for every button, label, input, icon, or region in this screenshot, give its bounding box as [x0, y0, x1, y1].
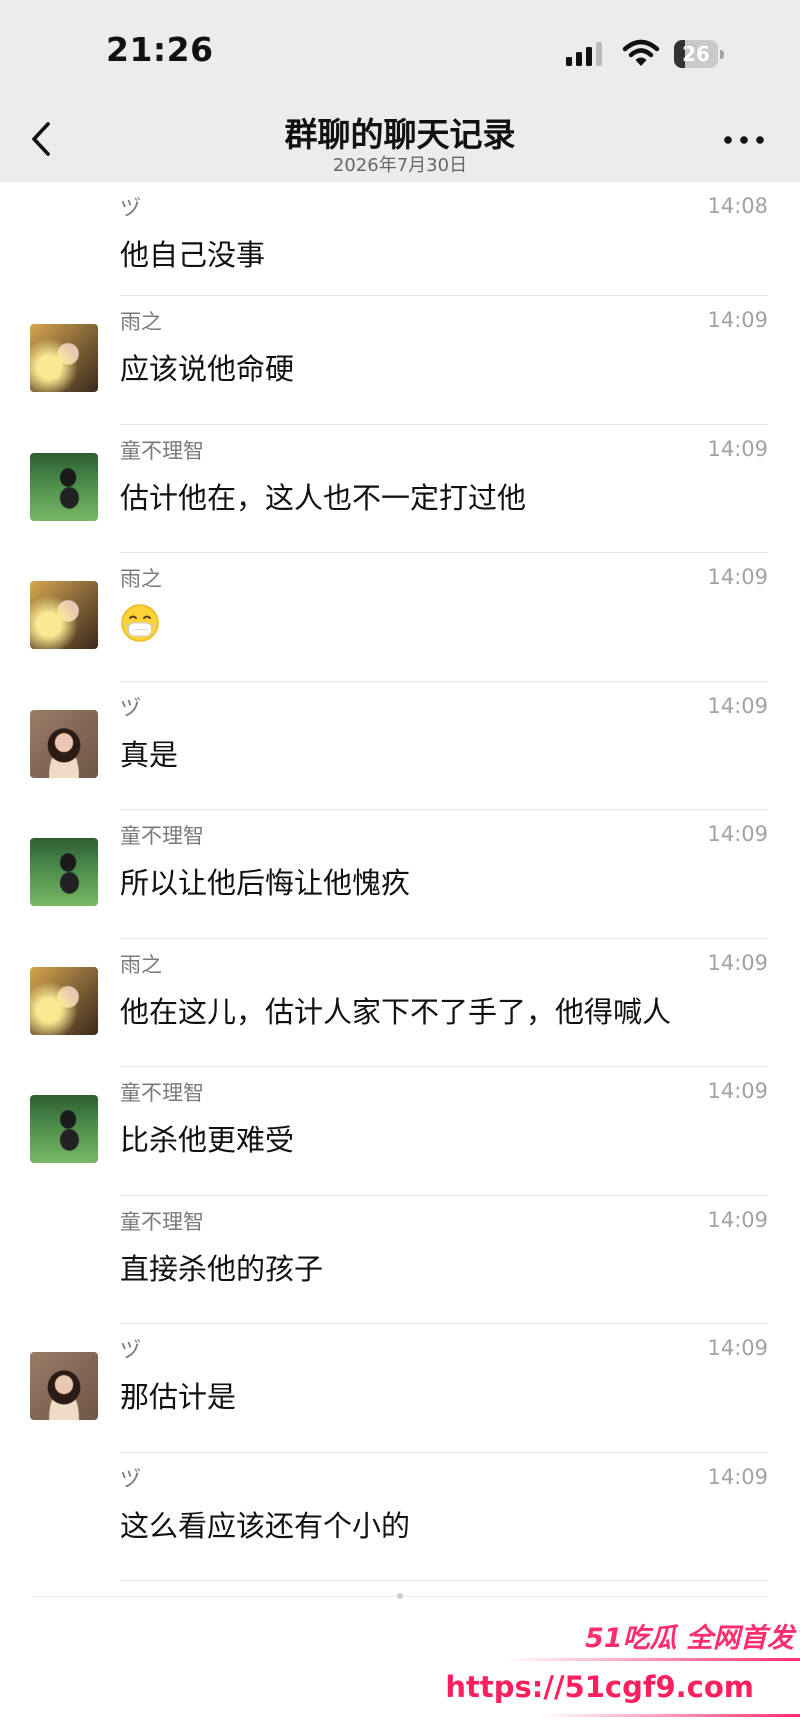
message-list: ヅ 14:08 他自己没事雨之 14:09 应该说他命硬童不理智 14:09 估计他在，这人… [0, 182, 800, 1581]
message-row[interactable]: ヅ 14:09 这么看应该还有个小的 [0, 1453, 800, 1581]
message-time: 14:08 [707, 194, 768, 218]
message-time: 14:09 [707, 565, 768, 589]
message-time: 14:09 [707, 436, 768, 461]
battery-level-text: 26 [682, 42, 710, 66]
message-time: 14:09 [707, 1464, 768, 1489]
message-row[interactable]: ヅ 14:09 那估计是 [0, 1324, 800, 1453]
avatar[interactable] [30, 452, 98, 521]
message-divider [120, 1580, 768, 1581]
sender-name: 童不理智 [120, 438, 204, 463]
more-dots-icon[interactable] [722, 126, 766, 154]
message-row[interactable]: 童不理智 14:09 估计他在，这人也不一定打过他 [0, 425, 800, 553]
message-text: 那估计是 [120, 1380, 237, 1414]
avatar[interactable] [30, 838, 98, 906]
message-time: 14:09 [707, 822, 768, 846]
nav-bar: 群聊的聊天记录 2026年7月30日 [0, 100, 800, 182]
sender-name: ヅ [120, 196, 141, 220]
sender-name: 童不理智 [120, 1081, 204, 1105]
watermark-streak [504, 1658, 800, 1661]
battery-body: 26 [674, 40, 718, 68]
avatar[interactable] [30, 1352, 98, 1420]
sender-name: ヅ [120, 1466, 141, 1491]
message-text: 这么看应该还有个小的 [120, 1508, 411, 1543]
watermark-url: https://51cgf9.com [445, 1670, 754, 1704]
message-time: 14:09 [707, 950, 768, 975]
message-row[interactable]: ヅ 14:08 他自己没事 [0, 182, 800, 296]
avatar[interactable] [30, 581, 98, 649]
message-row[interactable]: 童不理智 14:09 比杀他更难受 [0, 1067, 800, 1196]
watermark-brand: 51吃瓜 全网首发 [585, 1623, 794, 1654]
message-text: 他自己没事 [120, 238, 266, 272]
cellular-signal-icon [566, 42, 602, 66]
message-text: 直接杀他的孩子 [120, 1251, 324, 1286]
battery-tip [720, 50, 724, 59]
avatar[interactable] [30, 1095, 98, 1163]
message-text: 真是 [120, 737, 179, 772]
sender-name: ヅ [120, 1338, 141, 1362]
message-time: 14:09 [707, 1207, 768, 1232]
sender-name: 雨之 [120, 310, 162, 334]
mask-face-emoji-icon [120, 603, 160, 643]
message-time: 14:09 [707, 1336, 768, 1360]
sender-name: ヅ [120, 695, 141, 720]
battery-icon: 26 [674, 40, 724, 68]
sender-name: 雨之 [120, 952, 162, 977]
page-title: 群聊的聊天记录 [284, 115, 516, 154]
watermark: 51吃瓜 全网首发 https://51cgf9.com [0, 1600, 800, 1736]
wifi-icon [622, 39, 660, 66]
avatar[interactable] [30, 324, 98, 392]
sender-name: 雨之 [120, 567, 162, 591]
message-row[interactable]: 童不理智 14:09 所以让他后悔让他愧疚 [0, 810, 800, 939]
message-time: 14:09 [707, 1079, 768, 1103]
message-text: 应该说他命硬 [120, 352, 295, 386]
avatar[interactable] [30, 966, 98, 1035]
sender-name: 童不理智 [120, 824, 204, 848]
message-text: 所以让他后悔让他愧疚 [120, 866, 411, 900]
status-time: 21:26 [106, 30, 214, 69]
watermark-streak [540, 1714, 800, 1717]
status-bar: 21:26 26 [0, 0, 800, 100]
message-text: 比杀他更难受 [120, 1123, 295, 1157]
message-text: 估计他在，这人也不一定打过他 [120, 480, 527, 515]
sender-name: 童不理智 [120, 1209, 204, 1234]
message-row[interactable]: 童不理智 14:09 直接杀他的孩子 [0, 1196, 800, 1324]
page-subtitle-date: 2026年7月30日 [332, 155, 468, 176]
list-end-dot [397, 1593, 403, 1599]
message-time: 14:09 [707, 693, 768, 718]
message-row[interactable]: ヅ 14:09 真是 [0, 682, 800, 810]
chevron-left-icon[interactable] [22, 114, 62, 164]
avatar[interactable] [30, 709, 98, 778]
message-row[interactable]: 雨之 14:09 他在这儿，估计人家下不了手了，他得喊人 [0, 939, 800, 1067]
message-row[interactable]: 雨之 14:09 [0, 553, 800, 682]
message-text: 他在这儿，估计人家下不了手了，他得喊人 [120, 994, 672, 1029]
message-time: 14:09 [707, 308, 768, 332]
message-row[interactable]: 雨之 14:09 应该说他命硬 [0, 296, 800, 425]
